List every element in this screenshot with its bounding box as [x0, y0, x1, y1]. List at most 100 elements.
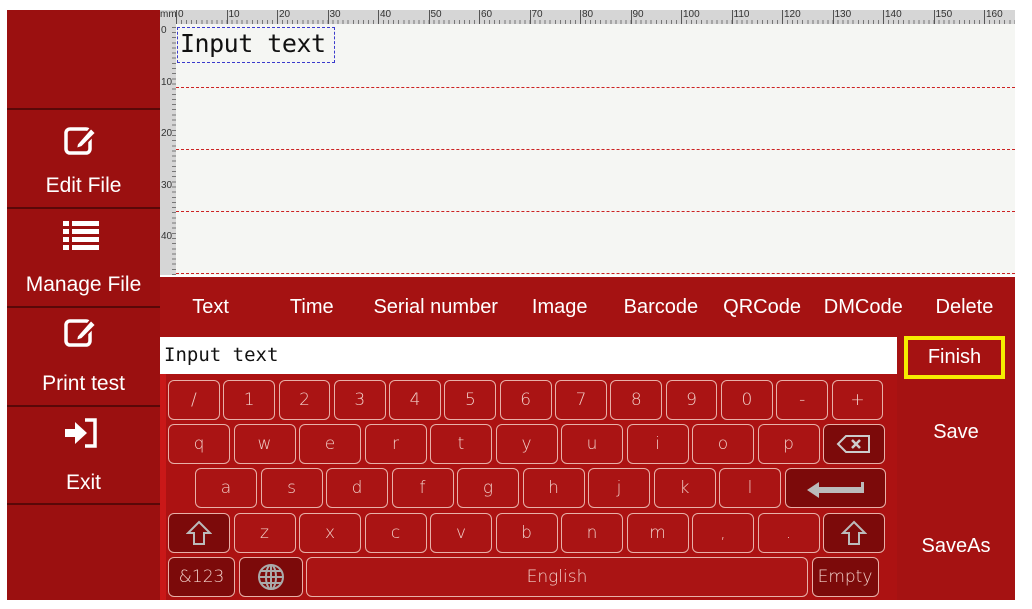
ruler-tick-label: 140: [883, 10, 902, 24]
ruler-tick-label: 160: [984, 10, 1003, 24]
key-t[interactable]: t: [430, 424, 492, 464]
key-w[interactable]: w: [233, 424, 296, 464]
key-2[interactable]: 2: [278, 380, 331, 420]
key-c[interactable]: c: [364, 513, 427, 553]
key-/[interactable]: /: [168, 380, 220, 420]
key-g[interactable]: g: [457, 468, 519, 508]
sidebar-item-label: Print test: [42, 372, 125, 395]
key-u[interactable]: u: [561, 424, 623, 464]
key-9[interactable]: 9: [665, 380, 718, 420]
tool-barcode[interactable]: Barcode: [610, 277, 711, 337]
keyboard-row: qwertyuiop: [168, 424, 885, 464]
key-6[interactable]: 6: [499, 380, 552, 420]
ruler-tick-label: 60: [479, 10, 492, 24]
key-1[interactable]: 1: [223, 380, 276, 420]
tool-time[interactable]: Time: [261, 277, 362, 337]
line-guide: [176, 149, 1015, 150]
key-3[interactable]: 3: [333, 380, 386, 420]
key-h[interactable]: h: [522, 468, 585, 508]
shift-key[interactable]: [168, 513, 230, 553]
enter-icon: [807, 482, 864, 498]
key-7[interactable]: 7: [555, 380, 607, 420]
ruler-tick-label: 30: [161, 179, 173, 191]
key-a[interactable]: a: [195, 468, 257, 508]
save-button[interactable]: Save: [897, 421, 1015, 444]
sidebar-item-label: Exit: [65, 471, 101, 494]
key-+[interactable]: +: [831, 380, 884, 420]
language-key[interactable]: [238, 557, 303, 597]
clear-key[interactable]: Empty: [811, 557, 879, 597]
list-icon: [63, 221, 99, 250]
text-input[interactable]: Input text: [160, 337, 897, 374]
backspace-key[interactable]: [823, 424, 885, 464]
key-z[interactable]: z: [233, 513, 296, 553]
key-b[interactable]: b: [495, 513, 558, 553]
tool-text[interactable]: Text: [160, 277, 261, 337]
shift-icon: [186, 520, 212, 545]
key-y[interactable]: y: [495, 424, 558, 464]
ruler-tick-label: 10: [226, 10, 240, 24]
keyboard-row: asdfghjkl: [195, 468, 886, 508]
sidebar-item-label: Edit File: [45, 174, 122, 197]
ruler-tick-label: 100: [681, 10, 700, 24]
ruler-top: mm 0 10 20 30 40 50 60 70 80 90 100 110 120 130 140 150…: [160, 10, 1015, 24]
symbols-key[interactable]: &123: [168, 557, 235, 597]
key-e[interactable]: e: [299, 424, 361, 464]
sidebar-item-exit[interactable]: Exit: [7, 405, 160, 504]
key-j[interactable]: j: [588, 468, 650, 508]
key-,[interactable]: ,: [692, 513, 754, 553]
action-panel: Finish Save SaveAs: [897, 336, 1015, 600]
save-as-button[interactable]: SaveAs: [897, 535, 1015, 558]
sidebar-item-print-test[interactable]: Print test: [7, 306, 160, 405]
ruler-unit: mm: [160, 10, 177, 20]
ruler-left: 01020304050: [160, 24, 176, 275]
key-p[interactable]: p: [757, 424, 820, 464]
key-d[interactable]: d: [326, 468, 388, 508]
key-s[interactable]: s: [260, 468, 323, 508]
object-toolbar: Text Time Serial number Image Barcode QR…: [160, 277, 1015, 337]
ruler-tick-label: 0: [176, 10, 184, 24]
key-8[interactable]: 8: [610, 380, 663, 420]
globe-icon: [257, 564, 284, 590]
sidebar-item-manage-file[interactable]: Manage File: [7, 207, 160, 306]
key-4[interactable]: 4: [389, 380, 441, 420]
line-guide: [176, 87, 1015, 88]
sidebar-divider: [7, 503, 160, 600]
key-5[interactable]: 5: [444, 380, 497, 420]
key-f[interactable]: f: [391, 468, 454, 508]
key-i[interactable]: i: [626, 424, 689, 464]
space-key[interactable]: English: [306, 557, 808, 597]
edit-canvas[interactable]: mm 0 10 20 30 40 50 60 70 80 90 100 110 120 130 140 150…: [160, 10, 1015, 275]
shift-icon: [841, 520, 867, 545]
sidebar: Edit File Manage File Print test Exit: [7, 10, 160, 600]
enter-key[interactable]: [784, 468, 886, 508]
ruler-tick-label: 150: [933, 10, 952, 24]
tool-qrcode[interactable]: QRCode: [711, 277, 812, 337]
line-guide: [176, 211, 1015, 212]
ruler-tick-label: 40: [161, 231, 173, 242]
tool-image[interactable]: Image: [509, 277, 610, 337]
ruler-tick-label: 80: [580, 10, 593, 24]
key-o[interactable]: o: [692, 424, 754, 464]
key-x[interactable]: x: [299, 513, 361, 553]
key-0[interactable]: 0: [720, 380, 773, 420]
text-object[interactable]: Input text: [177, 27, 335, 63]
key-r[interactable]: r: [364, 424, 427, 464]
tool-serial-number[interactable]: Serial number: [362, 277, 509, 337]
key-k[interactable]: k: [653, 468, 716, 508]
key-q[interactable]: q: [168, 424, 230, 464]
finish-button[interactable]: Finish: [904, 336, 1005, 379]
key-n[interactable]: n: [561, 513, 623, 553]
sidebar-item-edit-file[interactable]: Edit File: [7, 108, 160, 207]
key-m[interactable]: m: [626, 513, 689, 553]
key-v[interactable]: v: [430, 513, 492, 553]
shift-key[interactable]: [823, 513, 885, 553]
key-.[interactable]: .: [757, 513, 820, 553]
ruler-tick-label: 90: [630, 10, 644, 24]
key-l[interactable]: l: [719, 468, 781, 508]
key--[interactable]: -: [776, 380, 829, 420]
ruler-tick-label: 130: [832, 10, 851, 24]
ruler-tick-label: 20: [161, 128, 173, 139]
tool-dmcode[interactable]: DMCode: [813, 277, 914, 337]
tool-delete[interactable]: Delete: [914, 277, 1015, 337]
